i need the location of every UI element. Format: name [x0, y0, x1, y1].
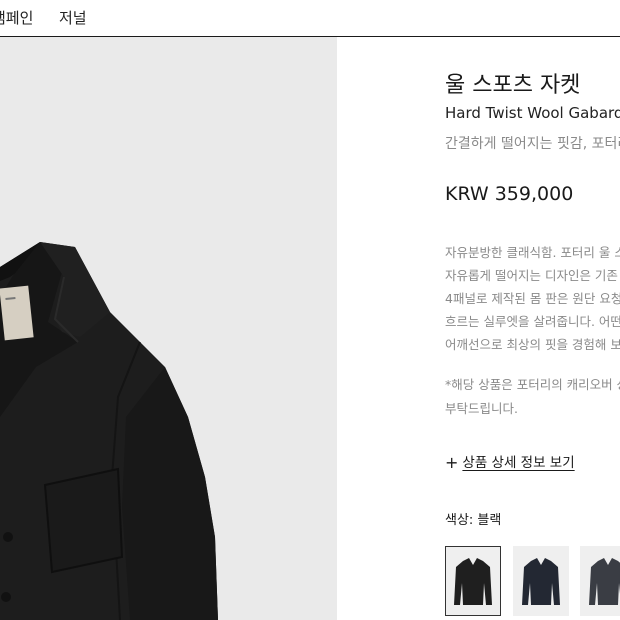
swatch-charcoal[interactable]	[580, 546, 620, 616]
details-link-label: 상품 상세 정보 보기	[462, 455, 575, 471]
description-line: 자유롭게 떨어지는 디자인은 기존	[445, 268, 618, 283]
nav-item-journal[interactable]: 저널	[59, 7, 87, 28]
product-notice: *해당 상품은 포터리의 캐리오버 상 부탁드립니다.	[445, 373, 620, 421]
swatch-navy[interactable]	[513, 546, 569, 616]
description-line: 어깨선으로 최상의 핏을 경험해 보	[445, 337, 620, 352]
color-swatches	[445, 546, 620, 620]
product-title-english: Hard Twist Wool Gabardine	[445, 104, 620, 122]
product-info: 울 스포츠 자켓 Hard Twist Wool Gabardine 간결하게 …	[445, 37, 620, 620]
color-label: 색상: 블랙	[445, 513, 502, 528]
product-title: 울 스포츠 자켓	[445, 73, 581, 98]
jacket-thumbnail-icon	[454, 558, 492, 605]
product-price: KRW 359,000	[445, 183, 574, 205]
description-line: 자유분방한 클래식함. 포터리 울 스	[445, 245, 620, 260]
top-navigation: 캠페인 저널	[0, 0, 620, 37]
jacket-illustration	[0, 37, 337, 620]
swatch-black[interactable]	[445, 546, 501, 616]
jacket-thumbnail-icon	[522, 558, 560, 605]
product-details-link[interactable]: + 상품 상세 정보 보기	[445, 451, 575, 472]
product-description: 자유분방한 클래식함. 포터리 울 스 자유롭게 떨어지는 디자인은 기존 4패…	[445, 241, 620, 356]
description-line: 흐르는 실루엣을 살려줍니다. 어떤	[445, 314, 620, 329]
product-image[interactable]	[0, 37, 337, 620]
notice-line: 부탁드립니다.	[445, 401, 518, 416]
nav-item-campaign[interactable]: 캠페인	[0, 7, 33, 28]
notice-line: *해당 상품은 포터리의 캐리오버 상	[445, 377, 620, 392]
product-page: 캠페인 저널 울 스포츠 자켓 H	[0, 0, 620, 620]
plus-icon: +	[445, 453, 459, 472]
product-subtitle: 간결하게 떨어지는 핏감, 포터리	[445, 136, 620, 152]
description-line: 4패널로 제작된 몸 판은 원단 요청	[445, 291, 620, 306]
jacket-thumbnail-icon	[589, 558, 620, 605]
